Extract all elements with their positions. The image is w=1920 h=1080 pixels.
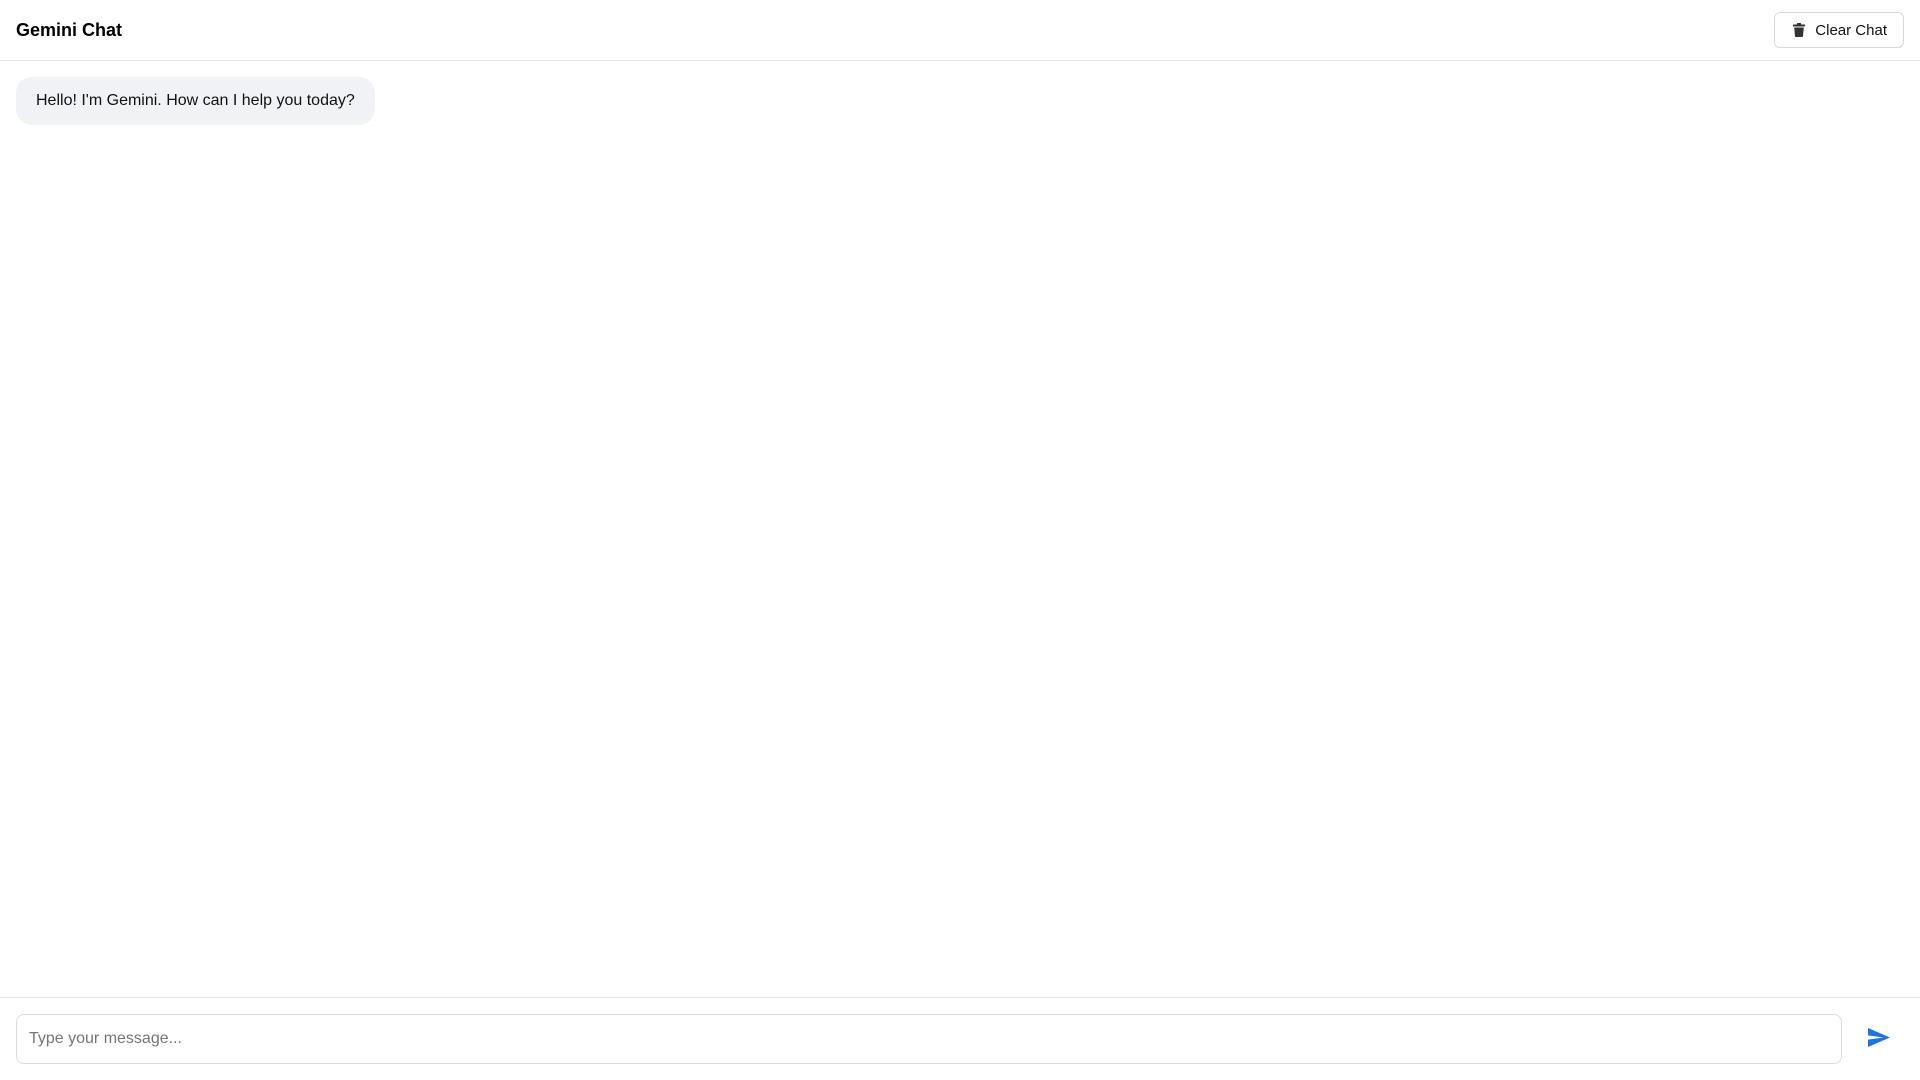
app-title: Gemini Chat [16, 19, 123, 40]
trash-icon [1793, 23, 1806, 37]
clear-chat-button[interactable]: Clear Chat [1774, 12, 1904, 48]
send-icon [1868, 1028, 1890, 1050]
composer [0, 997, 1920, 1080]
send-button[interactable] [1854, 1014, 1904, 1064]
message-input[interactable] [16, 1014, 1842, 1064]
chat-app: Gemini Chat Clear Chat Hello! I'm Gemini… [0, 0, 1920, 1080]
assistant-message: Hello! I'm Gemini. How can I help you to… [16, 77, 375, 125]
clear-chat-label: Clear Chat [1815, 21, 1887, 39]
message-list: Hello! I'm Gemini. How can I help you to… [0, 61, 1920, 997]
header-bar: Gemini Chat Clear Chat [0, 0, 1920, 61]
